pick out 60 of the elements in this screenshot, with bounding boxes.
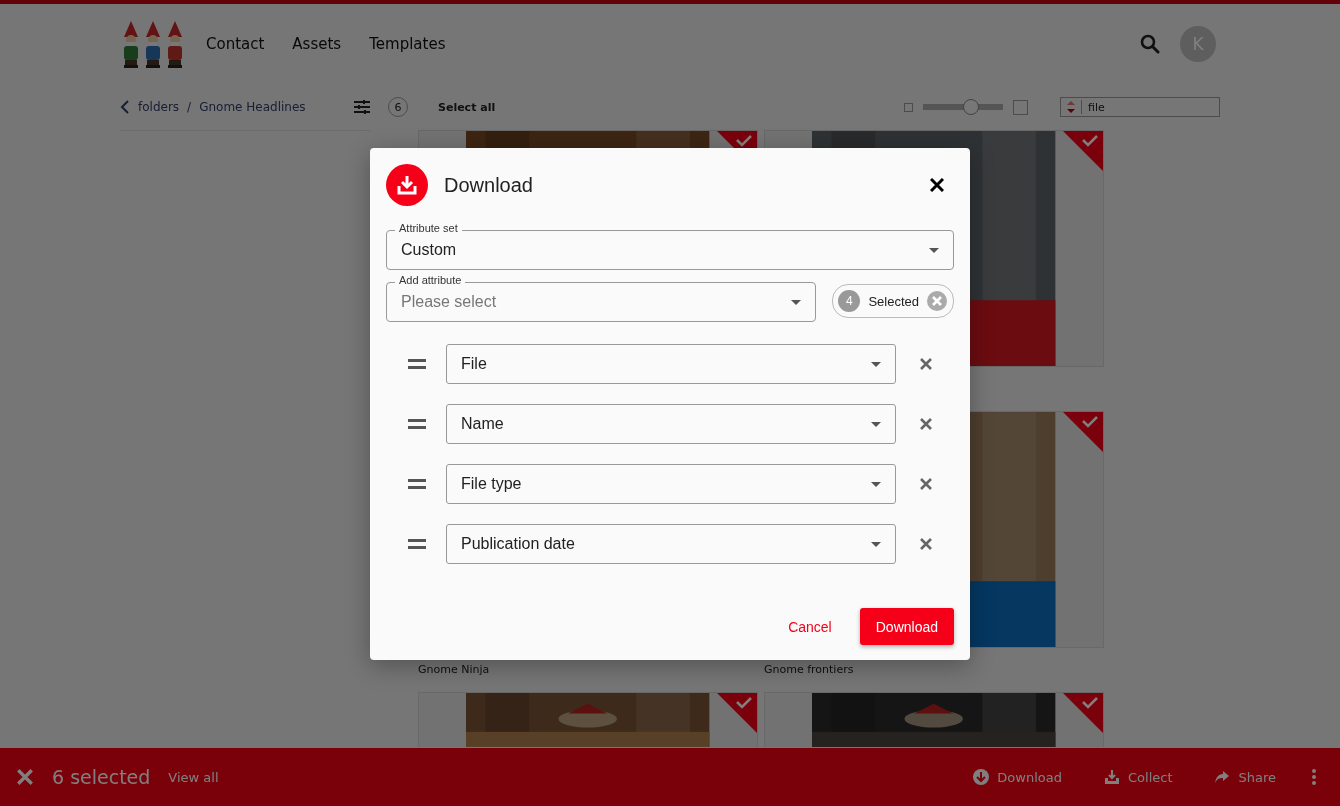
field-label: Attribute set <box>395 222 462 234</box>
view-all-link[interactable]: View all <box>168 769 219 785</box>
count-badge: 4 <box>838 290 861 312</box>
breadcrumb-separator: / <box>187 100 192 114</box>
sort-field[interactable]: file <box>1060 97 1220 117</box>
action-button[interactable]: Share <box>1208 768 1282 786</box>
nav-link[interactable]: Templates <box>369 35 446 53</box>
cancel-button[interactable]: Cancel <box>772 608 848 645</box>
caret-icon <box>871 421 881 427</box>
tray-icon <box>1104 769 1120 785</box>
caret-icon <box>929 247 939 253</box>
remove-icon[interactable] <box>920 478 932 490</box>
attribute-select[interactable]: File type <box>446 464 896 504</box>
selected-check-icon[interactable] <box>1063 131 1103 171</box>
drag-handle-icon[interactable] <box>408 479 426 489</box>
dialog-title: Download <box>444 173 533 197</box>
select-all-link[interactable]: Select all <box>438 100 496 114</box>
selected-check-icon[interactable] <box>1063 693 1103 733</box>
caret-icon <box>871 361 881 367</box>
breadcrumb-current: Gnome Headlines <box>199 100 306 114</box>
selection-count: 6 selected <box>52 766 151 788</box>
asset-card[interactable] <box>418 692 758 747</box>
download-icon <box>386 164 428 206</box>
nav-link[interactable]: Contact <box>206 35 265 53</box>
download-button[interactable]: Download <box>859 608 954 645</box>
large-size-icon[interactable] <box>1013 99 1028 115</box>
slider-thumb[interactable] <box>963 99 979 115</box>
filter-icon[interactable] <box>354 100 370 114</box>
back-icon[interactable] <box>120 99 130 115</box>
attribute-select[interactable]: Publication date <box>446 524 896 564</box>
breadcrumb-link[interactable]: folders <box>138 100 180 114</box>
remove-icon[interactable] <box>920 418 932 430</box>
search-icon[interactable] <box>1140 34 1160 54</box>
caret-icon <box>871 541 881 547</box>
selected-chip[interactable]: 4 Selected <box>832 284 954 318</box>
drag-handle-icon[interactable] <box>408 539 426 549</box>
download-icon <box>973 769 990 785</box>
caret-icon <box>871 481 881 487</box>
small-size-icon[interactable] <box>904 102 913 112</box>
nav-link[interactable]: Assets <box>292 35 342 53</box>
remove-icon[interactable] <box>920 358 932 370</box>
attribute-select[interactable]: File <box>446 344 896 384</box>
action-button[interactable]: Collect <box>1098 768 1179 786</box>
caret-icon <box>791 299 802 305</box>
selected-check-icon[interactable] <box>1063 412 1103 452</box>
clear-icon[interactable] <box>927 291 947 311</box>
drag-handle-icon[interactable] <box>408 359 426 369</box>
selected-check-icon[interactable] <box>717 693 757 733</box>
drag-handle-icon[interactable] <box>408 419 426 429</box>
remove-icon[interactable] <box>920 538 932 550</box>
asset-card[interactable] <box>764 692 1104 747</box>
action-button[interactable]: Download <box>967 768 1068 786</box>
asset-caption: Gnome frontiers <box>764 663 855 676</box>
close-icon[interactable] <box>930 178 944 192</box>
more-icon[interactable] <box>1312 769 1316 785</box>
share-icon <box>1214 769 1231 785</box>
field-label: Add attribute <box>395 274 466 286</box>
asset-caption: Gnome Ninja <box>418 663 491 676</box>
attribute-select[interactable]: Name <box>446 404 896 444</box>
chip-label: Selected <box>868 293 919 309</box>
